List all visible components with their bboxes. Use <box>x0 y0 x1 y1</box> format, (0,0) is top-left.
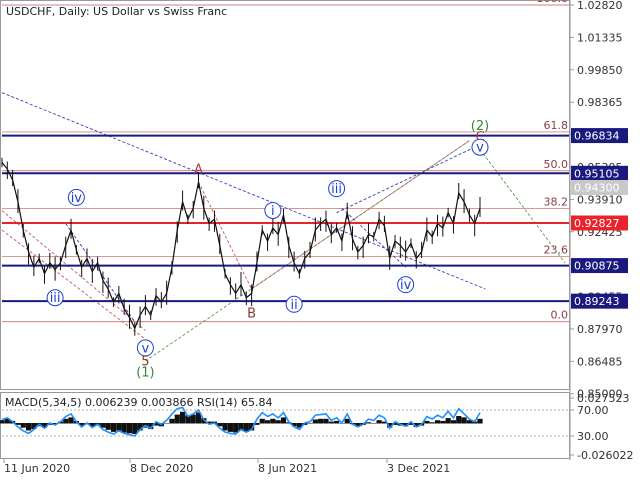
header-gap: : <box>86 5 93 18</box>
macd-bar <box>323 418 329 424</box>
macd-bar <box>121 423 127 433</box>
macd-bar <box>179 411 186 424</box>
price-tick-label: 0.98365 <box>577 96 623 109</box>
price-tick-label: 1.02820 <box>577 0 623 12</box>
macd-bar <box>344 418 350 424</box>
macd-bar <box>110 423 117 432</box>
macd-bar <box>20 423 26 428</box>
level-boxes-group: 0.96834 0.95105 0.92827 0.90875 0.89243 <box>571 128 628 309</box>
macd-bar <box>376 420 382 424</box>
key-level-label: 0.96834 <box>574 130 620 143</box>
price-tick-label: 0.99850 <box>577 64 623 77</box>
timeframe-label: Daily <box>59 5 87 18</box>
wave-label: i <box>271 204 275 219</box>
macd-bar <box>461 417 467 424</box>
macd-bar <box>450 420 457 424</box>
time-tick-label: 8 Dec 2020 <box>130 462 193 475</box>
fib-level-label: 0.0 <box>551 309 569 322</box>
key-level-label: 0.95105 <box>574 167 620 180</box>
wave-label: v <box>476 141 484 156</box>
macd-bar <box>222 423 228 431</box>
indicator-tick-label: -0.026022 <box>577 449 633 462</box>
time-axis-group: 11 Jun 2020 8 Dec 2020 8 Jun 2021 3 Dec 202… <box>3 459 450 475</box>
macd-bar <box>307 423 313 424</box>
header-sep: , <box>52 5 59 18</box>
time-tick-label: 8 Jun 2021 <box>258 462 317 475</box>
macd-bar <box>445 418 451 424</box>
macd-bar <box>456 416 462 424</box>
macd-bar <box>275 420 281 424</box>
indicator-tick-label: 30.00 <box>577 430 609 443</box>
macd-bar <box>259 418 265 424</box>
macd-bar <box>318 418 324 424</box>
wave-label: (1) <box>136 365 154 380</box>
fib-level-label: 50.0 <box>544 158 569 171</box>
macd-bar <box>477 418 483 424</box>
macd-bar <box>328 421 334 424</box>
wave-label: iii <box>331 182 342 197</box>
macd-bar <box>68 417 74 424</box>
current-price-label: 0.94300 <box>574 182 620 195</box>
wave-label: ii <box>290 298 297 313</box>
macd-bar <box>25 423 32 431</box>
macd-bar <box>440 420 446 424</box>
macd-bar <box>371 423 377 424</box>
time-tick-label: 3 Dec 2021 <box>387 462 450 475</box>
macd-bar <box>164 423 170 424</box>
price-tick-label: 0.86485 <box>577 355 623 368</box>
description-label: US Dollar vs Swiss Franc <box>93 5 227 18</box>
chart-canvas: 100.061.850.038.223.60.0 iviiiv5(1)ABiii… <box>0 0 633 475</box>
price-tick-label: 0.93910 <box>577 193 623 206</box>
macd-bar <box>365 422 372 424</box>
macd-bar <box>126 423 133 434</box>
key-level-label: 0.90875 <box>574 260 620 273</box>
wave-label: iv <box>400 278 412 293</box>
macd-bar <box>270 418 276 424</box>
macd-bar <box>0 420 5 424</box>
main-plot-frame <box>0 0 570 390</box>
fib-level-label: 100.0 <box>537 0 569 5</box>
wave-label: iv <box>71 191 83 206</box>
symbol-label: USDCHF <box>6 5 52 18</box>
macd-bar <box>429 422 435 424</box>
price-axis-group: 1.028201.013350.998500.983650.968800.953… <box>570 0 623 401</box>
macd-bar <box>63 418 69 424</box>
macd-bar <box>227 423 233 432</box>
wave-label: A <box>194 163 203 178</box>
macd-bar <box>334 420 340 424</box>
fib-level-label: 38.2 <box>544 195 569 208</box>
key-level-label: 0.89243 <box>574 295 620 308</box>
fib-level-label: 61.8 <box>544 119 569 132</box>
macd-bar <box>174 414 180 424</box>
macd-bar <box>280 417 287 424</box>
macd-bar <box>312 419 318 424</box>
macd-bar <box>190 414 196 424</box>
wave-label: B <box>247 307 256 322</box>
time-tick-label: 11 Jun 2020 <box>4 462 70 475</box>
macd-bar <box>169 418 175 424</box>
macd-bar <box>132 423 138 434</box>
macd-bar <box>116 423 122 431</box>
price-tick-label: 1.01335 <box>577 31 623 44</box>
macd-bar <box>424 420 430 424</box>
macd-bar <box>434 420 441 424</box>
macd-bar <box>264 420 271 424</box>
price-tick-label: 0.87970 <box>577 323 623 336</box>
chart-header: USDCHF, Daily: US Dollar vs Swiss Franc <box>6 5 227 18</box>
key-level-label: 0.92827 <box>574 217 620 230</box>
macd-bar <box>105 423 111 430</box>
wave-label: iii <box>50 291 61 306</box>
macd-bar <box>233 423 239 433</box>
indicator-title: MACD(5,34,5) 0.006239 0.003866 RSI(14) 6… <box>5 396 272 409</box>
indicator-tick-label: 70.00 <box>577 404 609 417</box>
